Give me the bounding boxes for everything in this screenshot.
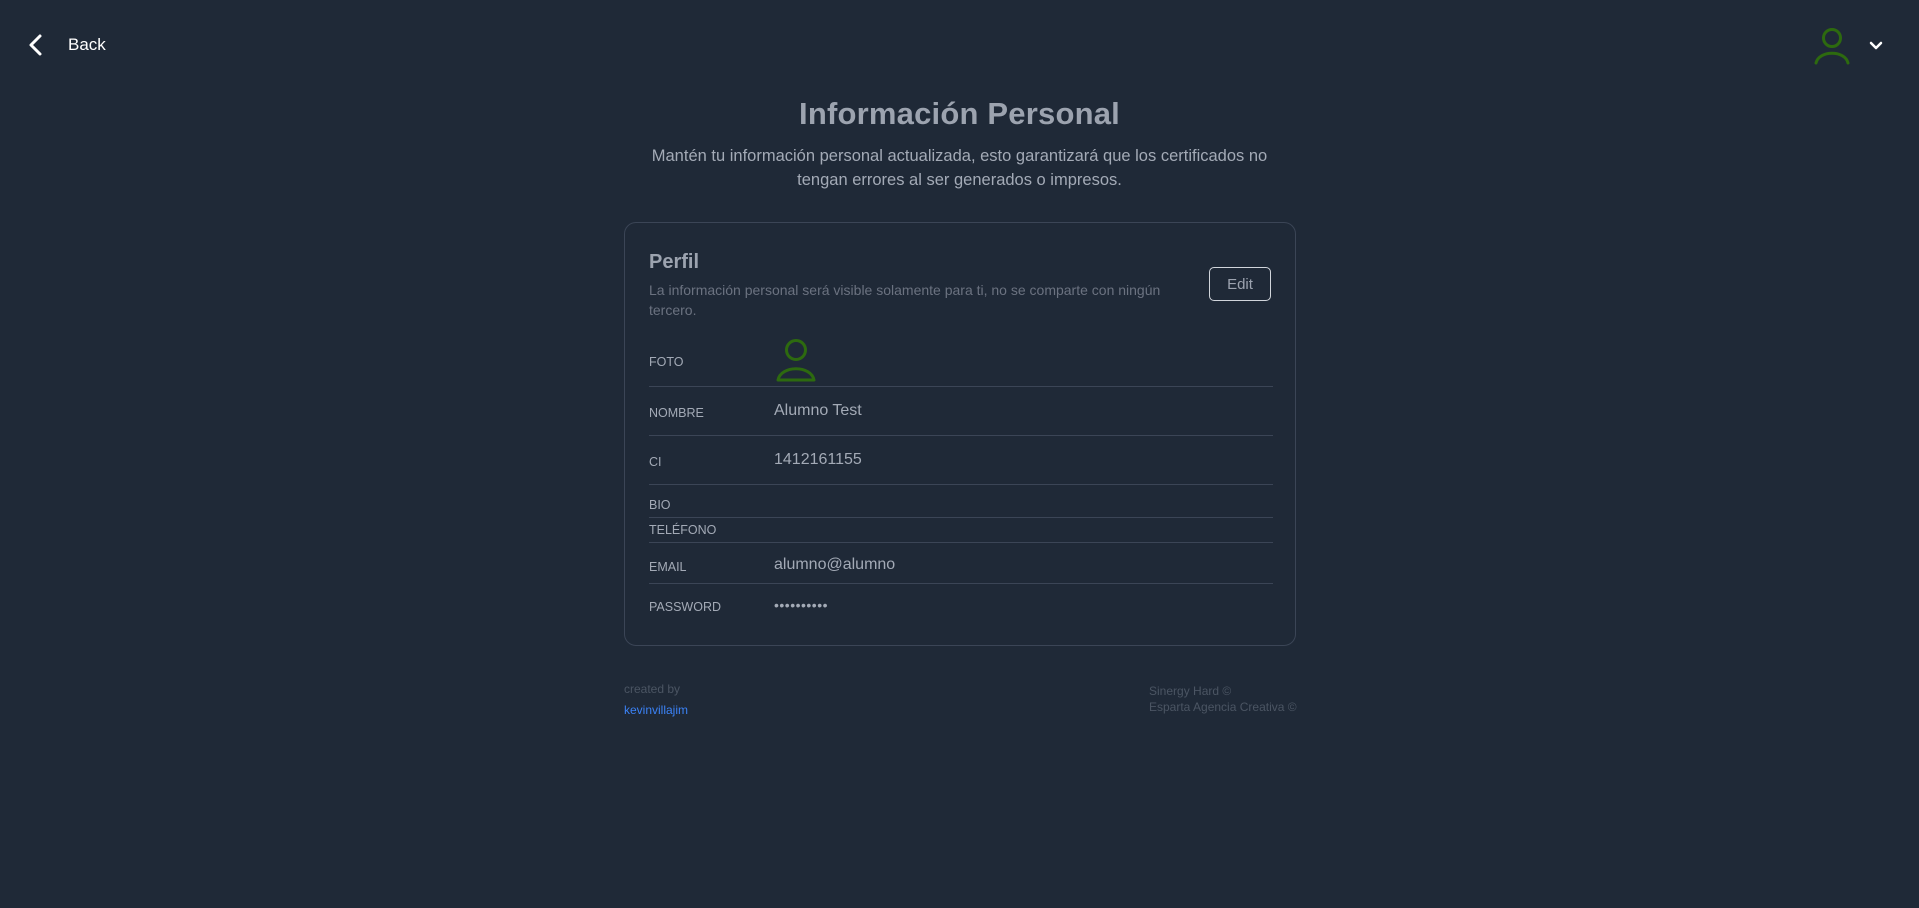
author-link[interactable]: kevinvillajim	[624, 700, 688, 721]
profile-card: Perfil La información personal será visi…	[624, 222, 1296, 646]
field-row-bio: BIO	[649, 485, 1273, 518]
field-label-telefono: TELÉFONO	[649, 523, 717, 537]
page-title: Información Personal	[799, 96, 1120, 131]
profile-description: La información personal será visible sol…	[649, 282, 1161, 318]
profile-title: Perfil	[649, 251, 700, 273]
page-subtitle: Mantén tu información personal actualiza…	[651, 147, 1268, 189]
field-row-password: PASSWORD ••••••••••	[649, 584, 1273, 626]
credit-esparta: Esparta Agencia Creativa ©	[1149, 700, 1297, 714]
page-header: Información Personal Mantén tu informaci…	[0, 96, 1919, 192]
field-label-email: EMAIL	[649, 560, 687, 574]
field-value-nombre: Alumno Test	[774, 402, 862, 419]
user-menu[interactable]	[1813, 26, 1883, 66]
back-button[interactable]: Back	[26, 30, 106, 60]
field-row-foto: FOTO	[649, 335, 1273, 387]
field-label-bio: BIO	[649, 498, 671, 512]
field-row-ci: CI 1412161155	[649, 436, 1273, 485]
user-icon	[1814, 28, 1850, 65]
footer-credits-right: Sinergy Hard © Esparta Agencia Creativa …	[1149, 683, 1297, 715]
field-label-foto: FOTO	[649, 355, 684, 369]
field-label-nombre: NOMBRE	[649, 406, 704, 420]
field-row-nombre: NOMBRE Alumno Test	[649, 387, 1273, 436]
chevron-down-icon	[1869, 41, 1883, 50]
chevron-left-icon	[29, 34, 42, 56]
field-value-ci: 1412161155	[774, 451, 862, 468]
profile-photo-icon	[776, 339, 816, 382]
created-by-label: created by	[624, 682, 681, 696]
field-label-ci: CI	[649, 455, 662, 469]
profile-fields: FOTO NOMBRE Alumno Test CI 1412161155 BI…	[649, 335, 1273, 626]
back-label: Back	[68, 35, 106, 54]
field-row-telefono: TELÉFONO	[649, 518, 1273, 543]
field-label-password: PASSWORD	[649, 600, 721, 614]
field-row-email: EMAIL alumno@alumno	[649, 543, 1273, 584]
edit-button[interactable]: Edit	[1209, 267, 1271, 301]
credit-sinergy: Sinergy Hard ©	[1149, 684, 1232, 698]
profile-page: Back Información Personal Mantén tu info…	[0, 0, 1919, 908]
field-value-password: ••••••••••	[774, 597, 829, 613]
footer-credits-left: created by kevinvillajim	[624, 679, 688, 721]
field-value-email: alumno@alumno	[774, 556, 896, 573]
